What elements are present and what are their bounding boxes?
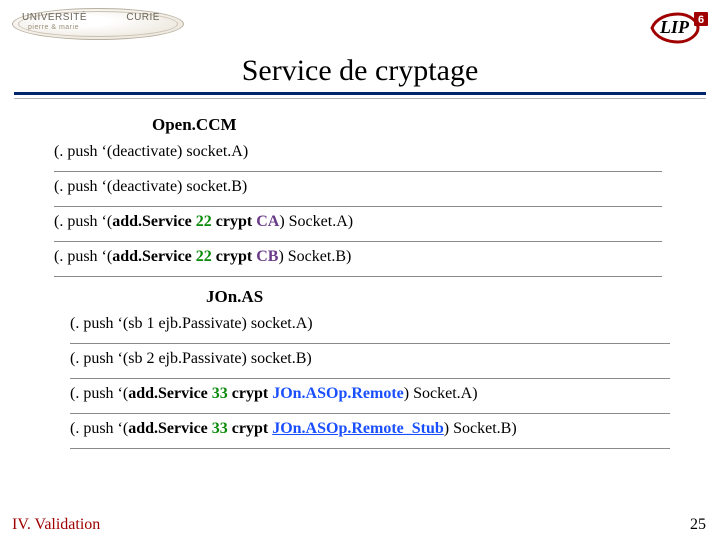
code-command: add.Service [112,248,196,265]
code-keyword: crypt [212,213,256,230]
code-line: (. push ‘(add.Service 22 crypt CB) Socke… [54,242,662,277]
code-text: (. push ‘(sb 1 ejb.Passivate) socket.A) [70,315,313,332]
jonas-label: JOn.AS [206,287,720,307]
lip-badge-number: 6 [698,14,704,26]
upmc-line1a: UNIVERSITÉ [22,12,87,23]
code-command: add.Service [112,213,196,230]
code-line: (. push ‘(sb 2 ejb.Passivate) socket.B) [70,344,670,379]
code-line: (. push ‘(add.Service 33 crypt JOn.ASOp.… [70,414,670,449]
code-text: ) Socket.B) [278,248,351,265]
code-line: (. push ‘(add.Service 22 crypt CA) Socke… [54,207,662,242]
code-line: (. push ‘(add.Service 33 crypt JOn.ASOp.… [70,379,670,414]
lip-text: LIP [659,17,690,37]
slide-title: Service de cryptage [0,54,720,88]
openccm-label: Open.CCM [152,115,720,135]
upmc-line2: pierre & marie [28,24,79,31]
code-command: add.Service [128,420,212,437]
code-text: (. push ‘( [70,385,128,402]
code-keyword: crypt [228,420,272,437]
code-number: 33 [212,420,228,437]
code-text: (. push ‘( [70,420,128,437]
code-arg: CA [256,213,279,230]
code-number: 33 [212,385,228,402]
code-text: (. push ‘(deactivate) socket.B) [54,178,247,195]
code-number: 22 [196,213,212,230]
slide-header: UNIVERSITÉ CURIE pierre & marie LIP 6 [0,0,720,50]
code-text: ) Socket.A) [404,385,478,402]
code-text: (. push ‘(sb 2 ejb.Passivate) socket.B) [70,350,312,367]
code-line: (. push ‘(deactivate) socket.A) [54,137,662,172]
code-keyword: crypt [228,385,272,402]
code-command: add.Service [128,385,212,402]
footer-section: IV. Validation [12,516,100,534]
code-arg: JOn.ASOp.Remote_Stub [272,420,444,437]
jonas-block: (. push ‘(sb 1 ejb.Passivate) socket.A) … [70,309,720,449]
code-arg: JOn.ASOp.Remote [272,385,404,402]
code-arg: CB [256,248,278,265]
code-line: (. push ‘(deactivate) socket.B) [54,172,662,207]
page-number: 25 [690,516,706,534]
code-text: ) Socket.B) [444,420,517,437]
openccm-block: (. push ‘(deactivate) socket.A) (. push … [54,137,720,277]
lip-logo: LIP 6 [650,10,710,44]
code-text: (. push ‘( [54,248,112,265]
code-number: 22 [196,248,212,265]
code-text: (. push ‘(deactivate) socket.A) [54,143,248,160]
code-text: ) Socket.A) [279,213,353,230]
upmc-line1b: CURIE [126,12,160,23]
upmc-logo: UNIVERSITÉ CURIE pierre & marie [8,6,188,42]
title-underline [14,92,706,101]
code-keyword: crypt [212,248,256,265]
code-line: (. push ‘(sb 1 ejb.Passivate) socket.A) [70,309,670,344]
code-text: (. push ‘( [54,213,112,230]
